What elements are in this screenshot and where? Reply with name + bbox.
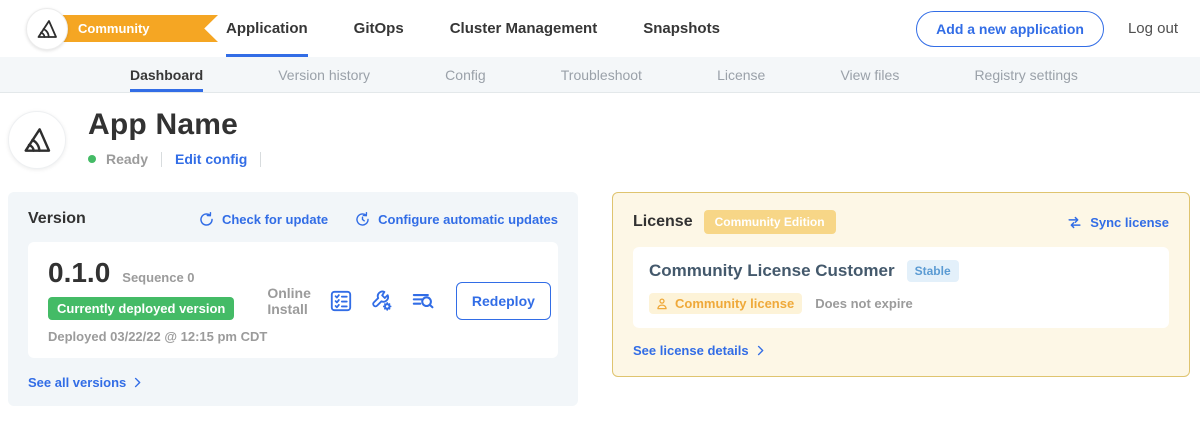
primary-tabs: Application GitOps Cluster Management Sn… bbox=[226, 0, 720, 57]
chevron-right-icon bbox=[754, 344, 767, 357]
tab-gitops[interactable]: GitOps bbox=[354, 0, 404, 57]
page-title: App Name bbox=[88, 108, 264, 142]
app-title-block: App Name Ready Edit config bbox=[88, 108, 264, 169]
license-card-title: License bbox=[633, 213, 693, 231]
app-sub-nav: Dashboard Version history Config Trouble… bbox=[0, 57, 1200, 93]
top-nav: Community Edition Application GitOps Clu… bbox=[0, 0, 1200, 57]
ready-status-dot bbox=[88, 155, 96, 163]
sync-arrows-icon bbox=[1066, 214, 1083, 231]
status-text: Ready bbox=[106, 151, 148, 167]
deployed-timestamp: Deployed 03/22/22 @ 12:15 pm CDT bbox=[48, 329, 267, 344]
subnav-item-dashboard[interactable]: Dashboard bbox=[130, 57, 203, 92]
license-type-badge: Community license bbox=[649, 293, 802, 314]
replicated-logo-icon bbox=[35, 17, 59, 41]
edit-config-wrench-icon[interactable] bbox=[369, 288, 395, 314]
check-for-update-link[interactable]: Check for update bbox=[198, 211, 328, 228]
community-edition-ribbon: Community Edition bbox=[46, 15, 218, 42]
version-card: Version Check for update bbox=[8, 192, 578, 406]
logout-link[interactable]: Log out bbox=[1128, 20, 1178, 37]
brand-logo[interactable] bbox=[26, 8, 68, 50]
app-avatar bbox=[8, 111, 66, 169]
tab-cluster-management[interactable]: Cluster Management bbox=[450, 0, 598, 57]
subnav-item-version-history[interactable]: Version history bbox=[278, 57, 370, 92]
expiry-text: Does not expire bbox=[815, 296, 913, 311]
subnav-item-troubleshoot[interactable]: Troubleshoot bbox=[561, 57, 642, 92]
dashboard-cards: Version Check for update bbox=[0, 192, 1200, 406]
see-all-versions-link[interactable]: See all versions bbox=[28, 375, 558, 390]
configure-automatic-updates-link[interactable]: Configure automatic updates bbox=[354, 211, 558, 228]
tab-snapshots[interactable]: Snapshots bbox=[643, 0, 720, 57]
customer-name: Community License Customer bbox=[649, 261, 895, 281]
tab-application[interactable]: Application bbox=[226, 0, 308, 57]
app-status-row: Ready Edit config bbox=[88, 151, 264, 167]
channel-badge: Stable bbox=[907, 260, 959, 282]
install-type-label: Online Install bbox=[267, 285, 311, 317]
license-card: License Community Edition Sync license bbox=[612, 192, 1190, 377]
divider bbox=[260, 152, 261, 167]
customer-person-icon bbox=[655, 297, 669, 311]
community-edition-badge: Community Edition bbox=[704, 210, 836, 234]
divider bbox=[161, 152, 162, 167]
sequence-label: Sequence 0 bbox=[122, 270, 194, 285]
subnav-item-registry-settings[interactable]: Registry settings bbox=[974, 57, 1077, 92]
refresh-icon bbox=[198, 211, 215, 228]
add-new-application-button[interactable]: Add a new application bbox=[916, 11, 1104, 47]
currently-deployed-badge: Currently deployed version bbox=[48, 297, 234, 320]
see-license-details-link[interactable]: See license details bbox=[633, 343, 1169, 358]
current-version-panel: 0.1.0 Sequence 0 Currently deployed vers… bbox=[28, 242, 558, 358]
brand: Community Edition bbox=[0, 0, 218, 57]
app-header: App Name Ready Edit config bbox=[0, 93, 1200, 169]
subnav-item-license[interactable]: License bbox=[717, 57, 765, 92]
redeploy-button[interactable]: Redeploy bbox=[456, 282, 551, 320]
license-details-panel: Community License Customer Stable Commun… bbox=[633, 247, 1169, 328]
preflight-checks-icon[interactable] bbox=[328, 288, 354, 314]
sync-license-link[interactable]: Sync license bbox=[1066, 214, 1169, 231]
edit-config-link[interactable]: Edit config bbox=[175, 151, 247, 167]
top-nav-right: Add a new application Log out bbox=[916, 0, 1200, 57]
subnav-item-config[interactable]: Config bbox=[445, 57, 485, 92]
app-logo-icon bbox=[21, 124, 53, 156]
subnav-item-view-files[interactable]: View files bbox=[840, 57, 899, 92]
chevron-right-icon bbox=[131, 376, 144, 389]
version-number: 0.1.0 bbox=[48, 257, 110, 289]
version-card-title: Version bbox=[28, 210, 86, 228]
view-deploy-logs-icon[interactable] bbox=[410, 288, 436, 314]
schedule-update-icon bbox=[354, 211, 371, 228]
